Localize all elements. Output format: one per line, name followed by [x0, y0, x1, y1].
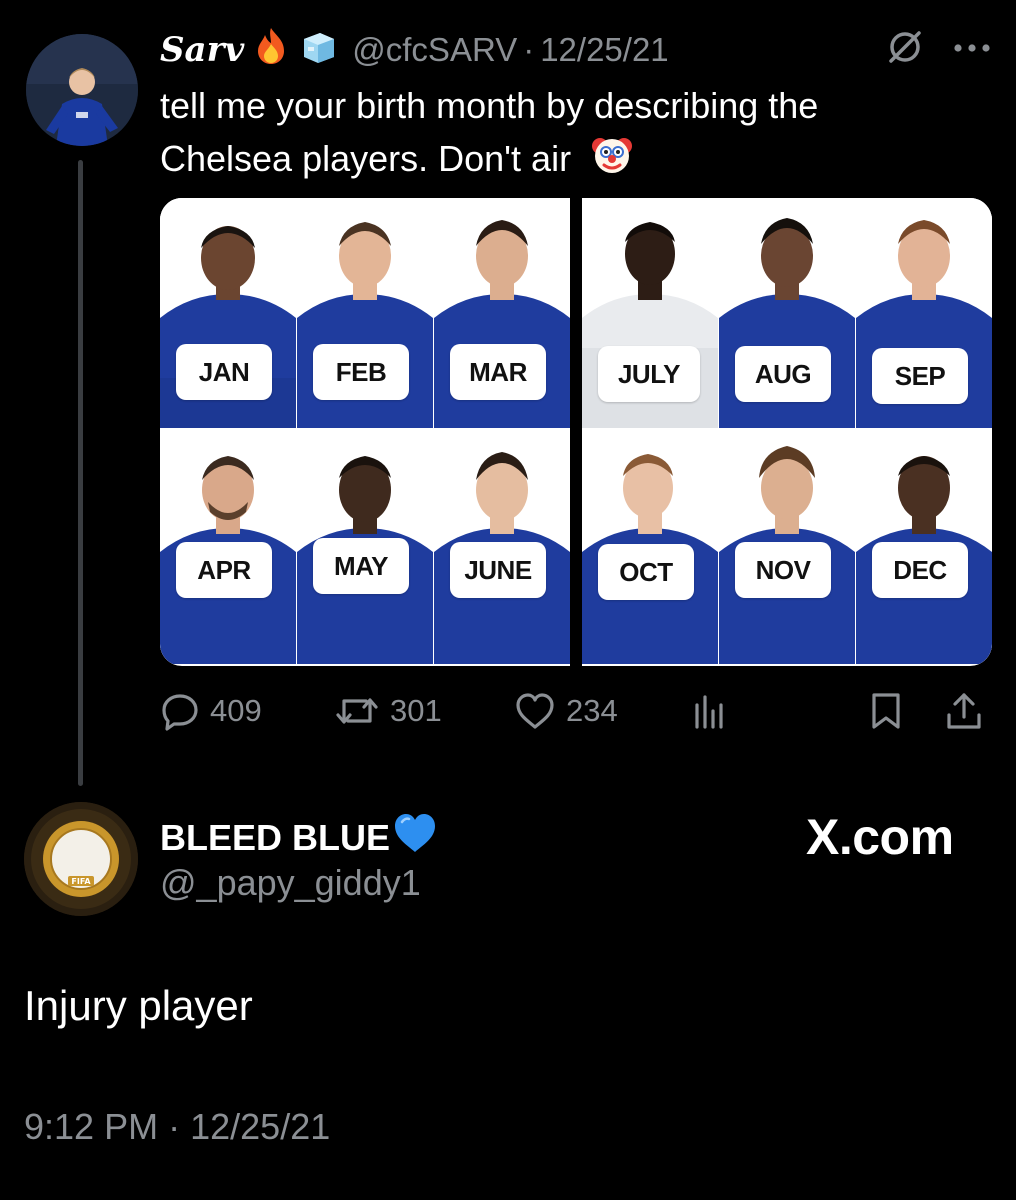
reply-button[interactable]: 409: [160, 688, 262, 734]
header-separator: ·: [523, 31, 535, 68]
reply-author-name[interactable]: BLEED BLUE: [160, 812, 438, 863]
player-card-sep: SEP: [856, 198, 992, 430]
tweet-action-bar: 409 301 234: [160, 688, 990, 734]
tweet-text-line-2: Chelsea players. Don't air: [160, 131, 960, 190]
month-label-aug: AUG: [735, 346, 831, 402]
tweet-date[interactable]: 12/25/21: [540, 31, 668, 69]
grok-icon[interactable]: [886, 28, 924, 71]
media-row-separator: [582, 428, 992, 432]
month-label-may: MAY: [313, 538, 409, 594]
reply-count: 409: [210, 693, 262, 728]
reply-time-separator: ·: [168, 1106, 181, 1147]
month-label-july: JULY: [598, 346, 700, 402]
views-icon: [690, 691, 730, 731]
like-button[interactable]: 234: [514, 688, 618, 734]
player-card-oct: OCT: [582, 432, 718, 664]
x-com-watermark: X.com: [806, 809, 954, 865]
month-label-apr: APR: [176, 542, 272, 598]
month-label-jan: JAN: [176, 344, 272, 400]
month-label-mar: MAR: [450, 344, 546, 400]
tweet-text-line-1: tell me your birth month by describing t…: [160, 85, 819, 126]
media-row-separator: [160, 428, 570, 432]
header-actions: [886, 28, 992, 71]
media-left-panel: JAN FEB MAR APR MAY JUNE: [160, 198, 570, 666]
player-card-mar: MAR: [434, 198, 570, 430]
player-card-apr: APR: [160, 432, 296, 664]
fire-emoji: [254, 26, 288, 74]
player-card-aug: AUG: [719, 198, 855, 430]
repost-icon: [334, 691, 380, 731]
bookmark-button[interactable]: [866, 688, 906, 734]
player-card-nov: NOV: [719, 432, 855, 664]
player-card-dec: DEC: [856, 432, 992, 664]
share-button[interactable]: [944, 688, 984, 734]
repost-count: 301: [390, 693, 442, 728]
author-handle[interactable]: @cfcSARV: [352, 31, 517, 69]
month-label-june: JUNE: [450, 542, 546, 598]
reply-text: Injury player: [24, 982, 253, 1029]
svg-text:FIFA: FIFA: [71, 877, 91, 886]
author-display-name[interactable]: Sarv: [160, 30, 244, 70]
bookmark-icon: [866, 691, 906, 731]
reply-author-handle[interactable]: @_papy_giddy1: [160, 862, 421, 904]
more-icon[interactable]: [952, 41, 992, 59]
month-label-nov: NOV: [735, 542, 831, 598]
player-card-july: JULY: [582, 198, 718, 430]
player-card-june: JUNE: [434, 432, 570, 664]
player-card-feb: FEB: [297, 198, 433, 430]
month-label-oct: OCT: [598, 544, 694, 600]
ice-cube-emoji: [298, 27, 338, 73]
reply-timestamp[interactable]: 9:12 PM · 12/25/21: [24, 1106, 330, 1148]
clown-face-emoji: [589, 131, 635, 190]
repost-button[interactable]: 301: [334, 688, 442, 734]
reply-date: 12/25/21: [190, 1106, 331, 1147]
original-tweet-header: Sarv @cfcSARV · 12/25/21: [160, 26, 669, 74]
reply-display-name: BLEED BLUE: [160, 816, 391, 858]
tweet-text-line-2-text: Chelsea players. Don't air: [160, 138, 572, 179]
media-panel-divider: [570, 198, 582, 666]
tweet-media-image[interactable]: JAN FEB MAR APR MAY JUNE JULY AUG SEP OC…: [160, 198, 992, 666]
month-label-dec: DEC: [872, 542, 968, 598]
player-card-jan: JAN: [160, 198, 296, 430]
media-right-panel: JULY AUG SEP OCT NOV DEC: [582, 198, 992, 666]
player-card-may: MAY: [297, 432, 433, 664]
reply-time: 9:12 PM: [24, 1106, 159, 1147]
sarv-avatar[interactable]: [26, 34, 138, 146]
month-label-sep: SEP: [872, 348, 968, 404]
month-label-feb: FEB: [313, 344, 409, 400]
views-button[interactable]: [690, 688, 730, 734]
like-count: 234: [566, 693, 618, 728]
blue-heart-emoji: [392, 812, 438, 863]
reply-icon: [160, 691, 200, 731]
tweet-text: tell me your birth month by describing t…: [160, 80, 960, 190]
share-icon: [944, 691, 984, 731]
like-icon: [514, 691, 556, 731]
bleed-blue-avatar[interactable]: FIFA: [24, 802, 138, 916]
thread-line: [78, 160, 83, 786]
